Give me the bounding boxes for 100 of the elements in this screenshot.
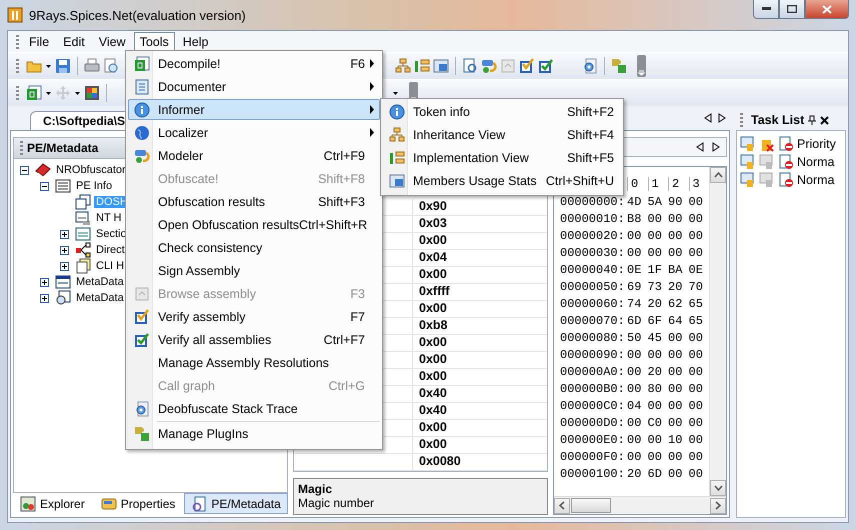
window-icon: [55, 274, 71, 290]
hex-offset: 00000070:: [560, 314, 626, 328]
menu-item[interactable]: Edit: [57, 32, 91, 52]
scroll-up-icon[interactable]: [714, 172, 722, 178]
tree-item[interactable]: PE Info: [74, 180, 114, 192]
scroll-left-icon[interactable]: [696, 142, 704, 152]
menu-item[interactable]: Verify all assemblies Ctrl+F7: [128, 329, 380, 350]
hand-icon: [759, 172, 775, 188]
window-icon[interactable]: [433, 58, 449, 74]
printer-icon[interactable]: [84, 58, 100, 74]
menu-item[interactable]: Documenter: [128, 76, 380, 97]
minimize-button[interactable]: [753, 0, 779, 19]
checkbox-icon[interactable]: [519, 58, 535, 74]
decompile-icon[interactable]: [134, 56, 150, 72]
hand-icon: [759, 154, 775, 170]
hex-byte: 00: [688, 466, 704, 480]
overflow-icon[interactable]: [637, 55, 646, 77]
save-icon[interactable]: [55, 58, 71, 74]
panel-tab[interactable]: PE/Metadata: [184, 493, 288, 514]
menu-item[interactable]: Informer: [128, 99, 380, 120]
scroll-down-icon[interactable]: [714, 485, 722, 491]
scroll-left-icon[interactable]: [559, 501, 565, 510]
book-icon: [35, 162, 51, 178]
menu-item[interactable]: File: [23, 32, 56, 52]
horizontal-scrollbar[interactable]: [554, 496, 726, 514]
hierarchy-icon[interactable]: [395, 58, 411, 74]
palette-icon[interactable]: [84, 85, 100, 101]
submenu-arrow-icon: [369, 82, 375, 91]
expand-icon[interactable]: [40, 294, 49, 302]
puzzle-icon[interactable]: [134, 426, 150, 442]
scroll-right-icon[interactable]: [712, 142, 720, 152]
menu-item[interactable]: Tools: [134, 32, 175, 52]
menu-item[interactable]: Deobfuscate Stack Trace: [128, 398, 380, 419]
menu-item[interactable]: Modeler Ctrl+F9: [128, 145, 380, 166]
hex-byte: 00: [648, 212, 663, 226]
field-value: 0x90: [418, 199, 447, 215]
table-cell: Norma: [797, 173, 835, 187]
checkbox-icon[interactable]: [134, 308, 150, 324]
menu-item[interactable]: Manage Assembly Resolutions: [128, 352, 380, 373]
tree-item[interactable]: MetaData: [74, 292, 126, 304]
menu-item[interactable]: Implementation View Shift+F5: [383, 147, 621, 168]
menu-item[interactable]: Inheritance View Shift+F4: [383, 124, 621, 145]
checkbox-icon[interactable]: [134, 332, 150, 348]
menu-item[interactable]: Obfuscation results Shift+F3: [128, 191, 380, 212]
decompile-icon[interactable]: [26, 85, 42, 101]
tree-item[interactable]: MetaData: [74, 276, 126, 288]
scroll-right-icon[interactable]: [715, 501, 721, 510]
submenu-arrow-icon: [369, 128, 375, 137]
hex-byte: 00: [688, 416, 704, 430]
implementation-icon[interactable]: [414, 58, 430, 74]
menu-item[interactable]: Help: [176, 32, 214, 52]
menu-item[interactable]: Members Usage Stats Ctrl+Shift+U: [383, 170, 621, 191]
hex-offset: 000000C0:: [560, 398, 626, 412]
menu-item[interactable]: Check consistency: [128, 237, 380, 258]
gear-icon[interactable]: [582, 58, 598, 74]
modeler-icon[interactable]: [134, 148, 150, 164]
collapse-icon[interactable]: [20, 166, 29, 174]
pin-icon[interactable]: [808, 115, 816, 125]
implementation-icon[interactable]: [389, 150, 405, 166]
hierarchy-icon[interactable]: [389, 126, 405, 142]
hex-byte: 69: [627, 280, 642, 294]
hex-byte: 20: [648, 364, 663, 378]
modeler-icon[interactable]: [481, 58, 497, 74]
checkbox-icon[interactable]: [538, 58, 554, 74]
collapse-icon[interactable]: [40, 182, 49, 190]
close-icon[interactable]: [820, 116, 830, 124]
scroll-left-icon[interactable]: [704, 113, 712, 123]
find-icon[interactable]: [462, 58, 478, 74]
tree-item[interactable]: NT H: [94, 212, 124, 224]
menu-item[interactable]: Token info Shift+F2: [383, 101, 621, 122]
hex-byte: 00: [627, 348, 642, 362]
menu-item[interactable]: Sign Assembly: [128, 260, 380, 281]
hex-byte: 4D: [627, 194, 642, 208]
maximize-button[interactable]: [779, 0, 805, 19]
puzzle-icon[interactable]: [611, 58, 627, 74]
scroll-right-icon[interactable]: [718, 113, 726, 123]
tree-item[interactable]: Direct: [94, 244, 127, 256]
expand-icon[interactable]: [60, 262, 69, 270]
hex-offset: 00000030:: [560, 246, 626, 260]
maximize-icon[interactable]: [787, 5, 797, 13]
info-icon: [134, 102, 150, 118]
close-button[interactable]: [805, 0, 849, 19]
column-header: 0: [627, 177, 648, 191]
vertical-scrollbar[interactable]: [709, 167, 726, 496]
menu-item[interactable]: Open Obfuscation resultsCtrl+Shift+R: [128, 214, 380, 235]
panel-tab[interactable]: Properties: [94, 493, 182, 514]
expand-icon[interactable]: [60, 230, 69, 238]
tree-item[interactable]: NRObfuscator: [54, 164, 128, 176]
preview-icon[interactable]: [103, 58, 119, 74]
field-value: 0x0080: [418, 454, 461, 470]
tree-item[interactable]: CLI H: [94, 260, 126, 272]
expand-icon[interactable]: [60, 246, 69, 254]
menu-item[interactable]: Verify assembly F7: [128, 306, 380, 327]
magnifier-icon: [55, 290, 71, 306]
window-icon[interactable]: [389, 172, 405, 188]
panel-tab[interactable]: Explorer: [13, 493, 92, 514]
minimize-icon[interactable]: [762, 7, 770, 11]
menu-item[interactable]: View: [92, 32, 132, 52]
gear-icon[interactable]: [134, 400, 150, 416]
expand-icon[interactable]: [40, 278, 49, 286]
